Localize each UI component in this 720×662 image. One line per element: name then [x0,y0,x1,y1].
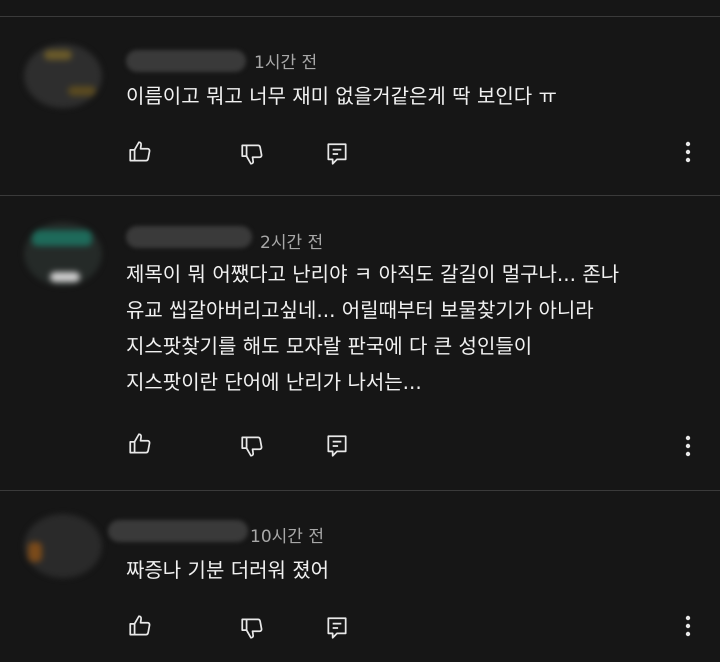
thumbs-up-icon [129,141,151,162]
more-options-button[interactable] [676,430,700,462]
comment-time: 1시간 전 [254,53,318,73]
more-options-button[interactable] [676,136,700,168]
avatar[interactable] [24,222,102,286]
more-options-button[interactable] [676,610,700,642]
comment-time: 10시간 전 [250,527,324,547]
like-button[interactable] [124,610,156,642]
comment-text: 짜증나 기분 더러워 졌어 [126,558,330,582]
avatar-detail [28,542,42,562]
avatar-detail [32,230,92,246]
like-button[interactable] [124,428,156,460]
more-vertical-icon [685,141,691,163]
reply-button[interactable] [321,138,353,170]
thumbs-down-icon [241,144,263,165]
like-button[interactable] [124,136,156,168]
reply-icon [327,143,347,165]
username-redacted[interactable] [126,50,246,72]
username-redacted[interactable] [126,226,252,248]
dislike-button[interactable] [236,612,268,644]
divider [0,195,720,196]
divider [0,490,720,491]
reply-icon [327,435,347,457]
more-vertical-icon [685,615,691,637]
thumbs-up-icon [129,615,151,636]
divider [0,16,720,17]
reply-button[interactable] [321,430,353,462]
more-vertical-icon [685,435,691,457]
dislike-button[interactable] [236,138,268,170]
avatar-detail [44,50,72,60]
thumbs-down-icon [241,436,263,457]
comments-panel: 1시간 전 이름이고 뭐고 너무 재미 없을거같은게 딱 보인다 ㅠ 2시간 전… [0,0,720,662]
comment-text: 제목이 뭐 어쨌다고 난리야 ㅋ 아직도 갈길이 멀구나... 존나 유교 씹갈… [126,262,620,394]
comment-text: 이름이고 뭐고 너무 재미 없을거같은게 딱 보인다 ㅠ [126,84,557,108]
reply-button[interactable] [321,612,353,644]
avatar[interactable] [24,514,102,578]
thumbs-up-icon [129,433,151,454]
username-redacted[interactable] [108,520,248,542]
avatar-detail [50,272,80,282]
avatar[interactable] [24,44,102,108]
avatar-detail [68,86,96,96]
dislike-button[interactable] [236,430,268,462]
thumbs-down-icon [241,618,263,639]
comment-time: 2시간 전 [260,233,324,253]
reply-icon [327,617,347,639]
